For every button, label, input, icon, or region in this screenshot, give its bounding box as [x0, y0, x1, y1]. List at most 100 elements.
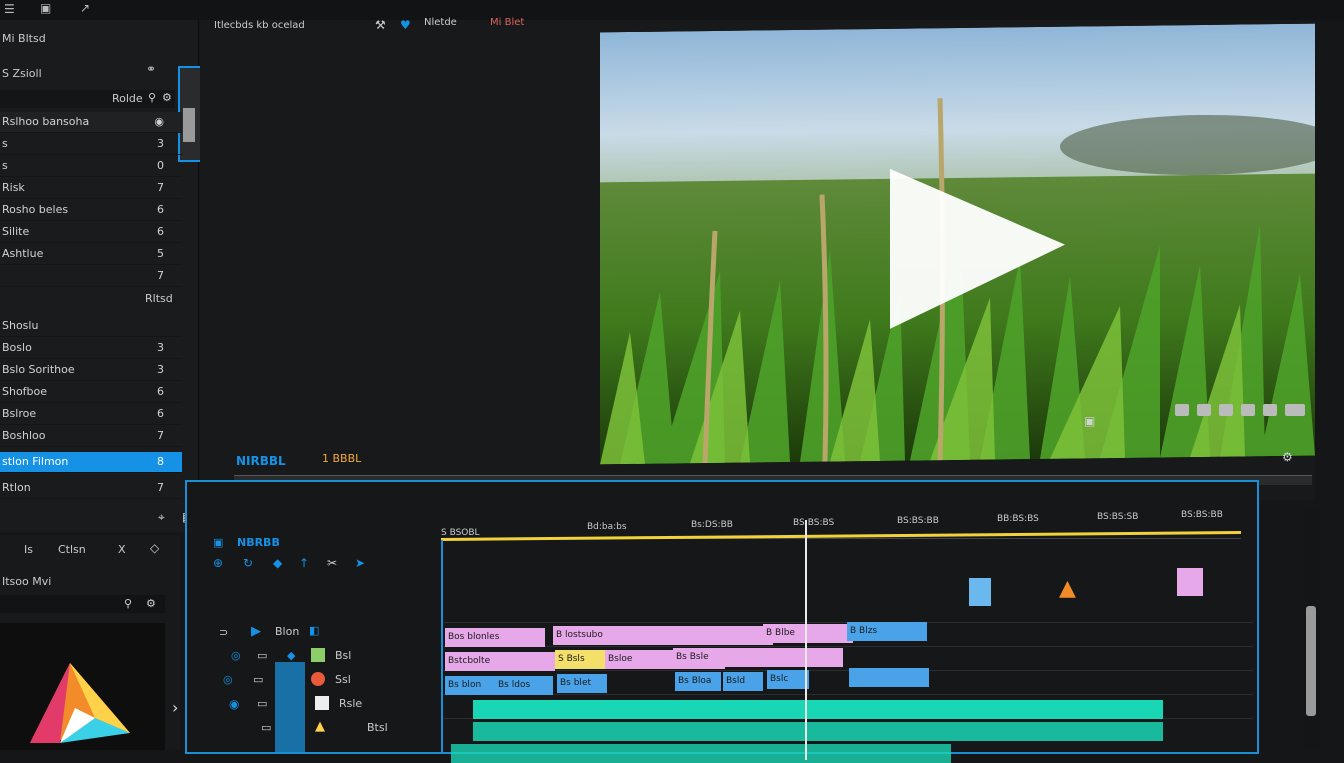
chevron-right-icon[interactable]: ›	[172, 698, 178, 717]
video-clip[interactable]: B lostsubo	[553, 626, 673, 645]
track-header[interactable]: ◉ ▭ Rsle	[187, 694, 443, 716]
track-thumb-icon	[315, 696, 329, 710]
list-item[interactable]: Boshloo 7	[0, 426, 182, 447]
track-shield-icon[interactable]: ◆	[287, 649, 295, 662]
panel-subtitle: S Zsioll	[2, 67, 42, 80]
list-item[interactable]: s0	[0, 156, 182, 177]
expand-icon[interactable]: ◇	[150, 541, 159, 555]
list-item[interactable]: Rosho beles 6	[0, 200, 182, 221]
next-icon[interactable]: ➤	[355, 556, 365, 570]
playhead[interactable]	[805, 520, 807, 760]
video-clip[interactable]: B Blzs	[847, 622, 927, 641]
tab[interactable]: Is	[24, 543, 33, 556]
video-clip[interactable]: S Bsls	[555, 650, 605, 669]
menu-icon[interactable]: ☰	[4, 2, 15, 16]
list-item[interactable]: Boslo 3	[0, 338, 182, 359]
audio-clip[interactable]	[473, 700, 1163, 719]
adjustment-clip[interactable]	[1177, 568, 1203, 596]
list-item[interactable]: Risk 7	[0, 178, 182, 199]
track-label: Bsl	[335, 649, 352, 662]
track-eye-icon[interactable]: ◉	[229, 697, 239, 711]
video-clip[interactable]: Bsld	[723, 672, 763, 691]
list-item-selected[interactable]: stlon Filmon 8	[0, 452, 182, 473]
pin-icon[interactable]: ⌖	[158, 510, 165, 525]
track-label: Ssl	[335, 673, 351, 686]
track-header[interactable]: ⊃ ▶ Blon ◧	[187, 622, 443, 644]
video-preview[interactable]	[600, 23, 1315, 465]
list-item[interactable]: Rtlon 7	[0, 478, 182, 499]
video-clip[interactable]: Bos blonles	[445, 628, 545, 647]
settings-icon[interactable]: ⚙	[146, 597, 156, 610]
video-clip[interactable]: Bstcbolte	[445, 652, 555, 671]
tab[interactable]: X	[118, 543, 126, 556]
media-search[interactable]: ⚲ ⚙	[0, 595, 165, 613]
track-eye-icon[interactable]: ◎	[223, 673, 233, 686]
cut-icon[interactable]: ✂	[327, 556, 337, 570]
list-item[interactable]: Shofboe 6	[0, 382, 182, 403]
track-eye-icon[interactable]: ◎	[231, 649, 241, 662]
pen-icon[interactable]: ↗	[80, 1, 90, 15]
search-bar[interactable]: Rolde ⚲ ⚙	[0, 90, 175, 108]
camera-icon[interactable]: ▣	[1084, 414, 1095, 428]
monitor-tab-2[interactable]: Mi Blet	[490, 17, 524, 28]
ruler-label: BS:BS:BB	[897, 516, 939, 526]
list-item[interactable]: Rslhoo bansoha ◉	[0, 112, 182, 133]
settings-icon[interactable]: ⚙	[1282, 450, 1293, 464]
audio-clip[interactable]	[451, 744, 951, 763]
track-toggle-icon[interactable]: ◧	[309, 624, 319, 637]
panel-title: Mi Bltsd	[2, 32, 46, 45]
title-clip[interactable]	[969, 578, 991, 606]
search-icon[interactable]: ⚲	[124, 597, 132, 610]
tab[interactable]: Ctlsn	[58, 543, 86, 556]
link-icon[interactable]: ↻	[243, 556, 253, 570]
lock-icon[interactable]: ⊃	[219, 626, 228, 639]
list-item[interactable]: Bslroe 6	[0, 404, 182, 425]
track-header[interactable]: ◎ ▭ Ssl	[187, 670, 443, 692]
ruler-label: BS:BS:BB	[1181, 510, 1223, 520]
media-thumbnail[interactable]	[0, 623, 165, 750]
video-clip[interactable]: Bs blon	[445, 676, 495, 695]
video-clip[interactable]	[673, 626, 773, 645]
list-item[interactable]: 7	[0, 266, 182, 287]
video-clip[interactable]: B Blbe	[763, 624, 853, 643]
video-clip[interactable]: Bs Bsle	[673, 648, 843, 667]
video-clip[interactable]: Bs Bloa	[675, 672, 721, 691]
video-clip[interactable]: Bs blet	[557, 674, 607, 693]
folder-icon[interactable]: ▣	[40, 1, 51, 15]
asset-list: Rslhoo bansoha ◉ s3 s0 Risk 7 Rosho beles 6…	[0, 112, 182, 287]
track-sync-icon[interactable]: ▭	[253, 673, 263, 686]
monitor-tab[interactable]: Nletde	[424, 17, 457, 28]
play-icon[interactable]: ▶	[251, 624, 261, 639]
timeline-vertical-scrollbar[interactable]	[1302, 510, 1320, 750]
eye-icon[interactable]: ◉	[154, 115, 164, 128]
list-item[interactable]: Bslo Sorithoe 3	[0, 360, 182, 381]
ruler-label: S BSOBL	[441, 528, 480, 538]
arrow-icon[interactable]: ↑	[299, 556, 309, 570]
list-item[interactable]: Ashtlue 5	[0, 244, 182, 265]
project-panel: Mi Bltsd S Zsioll ⚭ Rolde ⚲ ⚙ Rslhoo ban…	[0, 20, 204, 532]
warning-icon[interactable]: ▲	[315, 719, 325, 734]
list-item[interactable]: Silite 6	[0, 222, 182, 243]
list-item[interactable]: s3	[0, 134, 182, 155]
track-header[interactable]: ▭ ▲ Btsl	[187, 718, 443, 740]
heart-icon[interactable]: ♥	[400, 18, 411, 32]
audio-clip[interactable]	[473, 722, 1163, 741]
sequence-icon[interactable]: ▣	[213, 536, 223, 549]
track-sync-icon[interactable]: ▭	[257, 649, 267, 662]
list-item[interactable]: Shoslu	[0, 316, 182, 337]
search-icon[interactable]: ⚲	[148, 91, 156, 104]
video-clip[interactable]	[849, 668, 929, 687]
track-sync-icon[interactable]: ▭	[257, 697, 267, 710]
snap-icon[interactable]: ⊕	[213, 556, 223, 570]
track-sync-icon[interactable]: ▭	[261, 721, 271, 734]
wrench-icon[interactable]: ⚒	[375, 18, 386, 32]
track-label: Btsl	[367, 721, 388, 734]
track-header[interactable]: ◎ ▭ ◆ Bsl	[187, 646, 443, 668]
link-icon[interactable]: ⚭	[146, 62, 156, 76]
settings-icon[interactable]: ⚙	[162, 91, 172, 104]
video-clip[interactable]: Bs ldos	[495, 676, 553, 695]
graphic-clip[interactable]: ▲	[1059, 576, 1076, 601]
sequence-title: NBRBB	[237, 536, 280, 549]
marker-icon[interactable]: ◆	[273, 556, 282, 570]
video-clip[interactable]: Bslc	[767, 670, 809, 689]
